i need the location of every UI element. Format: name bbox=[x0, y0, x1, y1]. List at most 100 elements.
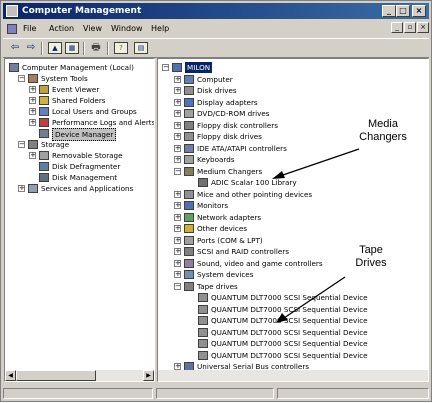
device-tree-item[interactable]: QUANTUM DLT7000 SCSI Sequential Device bbox=[158, 327, 428, 338]
device-tree-item[interactable]: ADIC Scalar 100 Library bbox=[158, 177, 428, 188]
title-bar[interactable]: Computer Management _ □ × bbox=[3, 3, 429, 19]
expand-icon[interactable]: + bbox=[174, 121, 181, 129]
right-tree-pane[interactable]: − MILON + Computer + Disk drives + Display adap… bbox=[157, 58, 429, 382]
left-tree-item[interactable]: − System Tools bbox=[5, 73, 154, 84]
device-tree-item[interactable]: QUANTUM DLT7000 SCSI Sequential Device bbox=[158, 304, 428, 315]
expand-icon[interactable]: + bbox=[174, 236, 181, 244]
expand-icon[interactable]: + bbox=[174, 190, 181, 198]
left-tree-item[interactable]: + Removable Storage bbox=[5, 150, 154, 161]
expand-icon[interactable]: + bbox=[29, 108, 36, 115]
device-tree-item[interactable]: QUANTUM DLT7000 SCSI Sequential Device bbox=[158, 338, 428, 349]
menu-view[interactable]: View bbox=[83, 21, 102, 37]
scroll-right-arrow-icon[interactable]: ▶ bbox=[143, 370, 154, 381]
tape-drive-icon bbox=[198, 350, 208, 360]
device-category-icon bbox=[184, 247, 194, 256]
left-tree-pane[interactable]: Computer Management (Local) − System Tools… bbox=[4, 58, 155, 382]
device-tree-item[interactable]: + Computer bbox=[158, 74, 428, 85]
device-tree-label: Computer bbox=[197, 74, 233, 84]
properties-icon[interactable]: ▤ bbox=[134, 42, 148, 54]
up-level-icon[interactable]: ▲ bbox=[48, 42, 62, 54]
tape-drive-icon bbox=[198, 316, 208, 325]
help-icon[interactable]: ? bbox=[114, 42, 128, 54]
expand-icon[interactable]: + bbox=[174, 225, 181, 232]
device-tree-item[interactable]: − MILON bbox=[158, 62, 428, 73]
scroll-left-arrow-icon[interactable]: ◀ bbox=[5, 370, 16, 381]
collapse-icon[interactable]: − bbox=[18, 75, 25, 82]
expand-icon[interactable]: + bbox=[174, 144, 181, 152]
expand-icon[interactable]: + bbox=[174, 75, 181, 83]
expand-icon[interactable]: + bbox=[174, 87, 181, 94]
collapse-icon[interactable]: − bbox=[174, 282, 181, 290]
menu-file[interactable]: File bbox=[23, 21, 36, 37]
maximize-button[interactable]: □ bbox=[396, 5, 410, 17]
left-tree-item[interactable]: Disk Defragmenter bbox=[5, 161, 154, 172]
left-horizontal-scrollbar[interactable]: ◀ ▶ bbox=[5, 370, 154, 381]
collapse-icon[interactable]: − bbox=[162, 64, 169, 71]
device-tree-item[interactable]: + IDE ATA/ATAPI controllers bbox=[158, 143, 428, 154]
close-button[interactable]: × bbox=[412, 5, 426, 17]
status-pane bbox=[156, 388, 274, 399]
expand-icon[interactable]: + bbox=[174, 271, 181, 278]
left-tree-item[interactable]: + Performance Logs and Alerts bbox=[5, 117, 154, 128]
left-tree-item[interactable]: Disk Management bbox=[5, 172, 154, 183]
expand-icon[interactable]: + bbox=[174, 248, 181, 255]
print-icon[interactable]: 🖶 bbox=[89, 42, 103, 54]
device-tree-item[interactable]: + System devices bbox=[158, 269, 428, 280]
device-tree-item[interactable]: QUANTUM DLT7000 SCSI Sequential Device bbox=[158, 292, 428, 303]
expand-icon[interactable]: + bbox=[174, 156, 181, 163]
collapse-icon[interactable]: − bbox=[18, 141, 25, 148]
device-tree-item[interactable]: + Monitors bbox=[158, 200, 428, 211]
device-tree-item[interactable]: + Disk drives bbox=[158, 85, 428, 96]
expand-icon[interactable]: + bbox=[18, 185, 25, 192]
minimize-button[interactable]: _ bbox=[382, 5, 396, 17]
expand-icon[interactable]: + bbox=[29, 119, 36, 126]
device-tree-item[interactable]: − Tape drives bbox=[158, 281, 428, 292]
device-category-icon bbox=[184, 212, 194, 222]
right-horizontal-scrollbar[interactable] bbox=[158, 370, 428, 381]
device-tree-label: QUANTUM DLT7000 SCSI Sequential Device bbox=[211, 316, 368, 325]
device-tree-label: QUANTUM DLT7000 SCSI Sequential Device bbox=[211, 304, 368, 314]
device-category-icon bbox=[184, 132, 194, 141]
expand-icon[interactable]: + bbox=[29, 86, 36, 93]
left-tree-item[interactable]: − Storage bbox=[5, 139, 154, 150]
left-tree-item[interactable]: Computer Management (Local) bbox=[5, 62, 154, 73]
expand-icon[interactable]: + bbox=[174, 363, 181, 370]
device-tree-item[interactable]: − Medium Changers bbox=[158, 166, 428, 177]
device-tree-item[interactable]: + Network adapters bbox=[158, 212, 428, 223]
forward-icon[interactable]: ⇨ bbox=[24, 42, 38, 54]
device-tree-item[interactable]: QUANTUM DLT7000 SCSI Sequential Device bbox=[158, 350, 428, 361]
expand-icon[interactable]: + bbox=[29, 152, 36, 159]
menu-help[interactable]: Help bbox=[151, 21, 169, 37]
menu-action[interactable]: Action bbox=[49, 21, 74, 37]
scroll-thumb[interactable] bbox=[16, 370, 96, 381]
menu-window[interactable]: Window bbox=[111, 21, 143, 37]
expand-icon[interactable]: + bbox=[174, 259, 181, 267]
expand-icon[interactable]: + bbox=[174, 133, 181, 140]
child-restore-button[interactable]: ▫ bbox=[404, 22, 416, 33]
device-tree-item[interactable]: + Keyboards bbox=[158, 154, 428, 165]
device-tree-item[interactable]: + Mice and other pointing devices bbox=[158, 189, 428, 200]
left-tree-item[interactable]: + Event Viewer bbox=[5, 84, 154, 95]
expand-icon[interactable]: + bbox=[174, 98, 181, 106]
device-tree-item[interactable]: + Display adapters bbox=[158, 97, 428, 108]
show-hide-tree-icon[interactable]: ▦ bbox=[65, 42, 79, 54]
left-tree-item[interactable]: Device Manager bbox=[5, 128, 154, 141]
expand-icon[interactable]: + bbox=[174, 213, 181, 221]
left-tree-item[interactable]: + Shared Folders bbox=[5, 95, 154, 106]
left-tree-item[interactable]: + Local Users and Groups bbox=[5, 106, 154, 117]
left-tree-item[interactable]: + Services and Applications bbox=[5, 183, 154, 194]
toolbar-separator bbox=[83, 42, 85, 55]
collapse-icon[interactable]: − bbox=[174, 167, 181, 175]
expand-icon[interactable]: + bbox=[174, 202, 181, 209]
mmc-window-icon[interactable] bbox=[7, 24, 17, 34]
removable-storage-icon bbox=[39, 151, 49, 160]
expand-icon[interactable]: + bbox=[174, 110, 181, 117]
device-tree-item[interactable]: QUANTUM DLT7000 SCSI Sequential Device bbox=[158, 315, 428, 326]
device-tree-label: MILON bbox=[185, 62, 213, 73]
expand-icon[interactable]: + bbox=[29, 97, 36, 104]
back-icon[interactable]: ⇦ bbox=[8, 42, 22, 54]
child-close-button[interactable]: × bbox=[417, 22, 429, 33]
device-tree-item[interactable]: + Other devices bbox=[158, 223, 428, 234]
left-tree-label: System Tools bbox=[41, 74, 88, 83]
child-minimize-button[interactable]: _ bbox=[391, 22, 403, 33]
